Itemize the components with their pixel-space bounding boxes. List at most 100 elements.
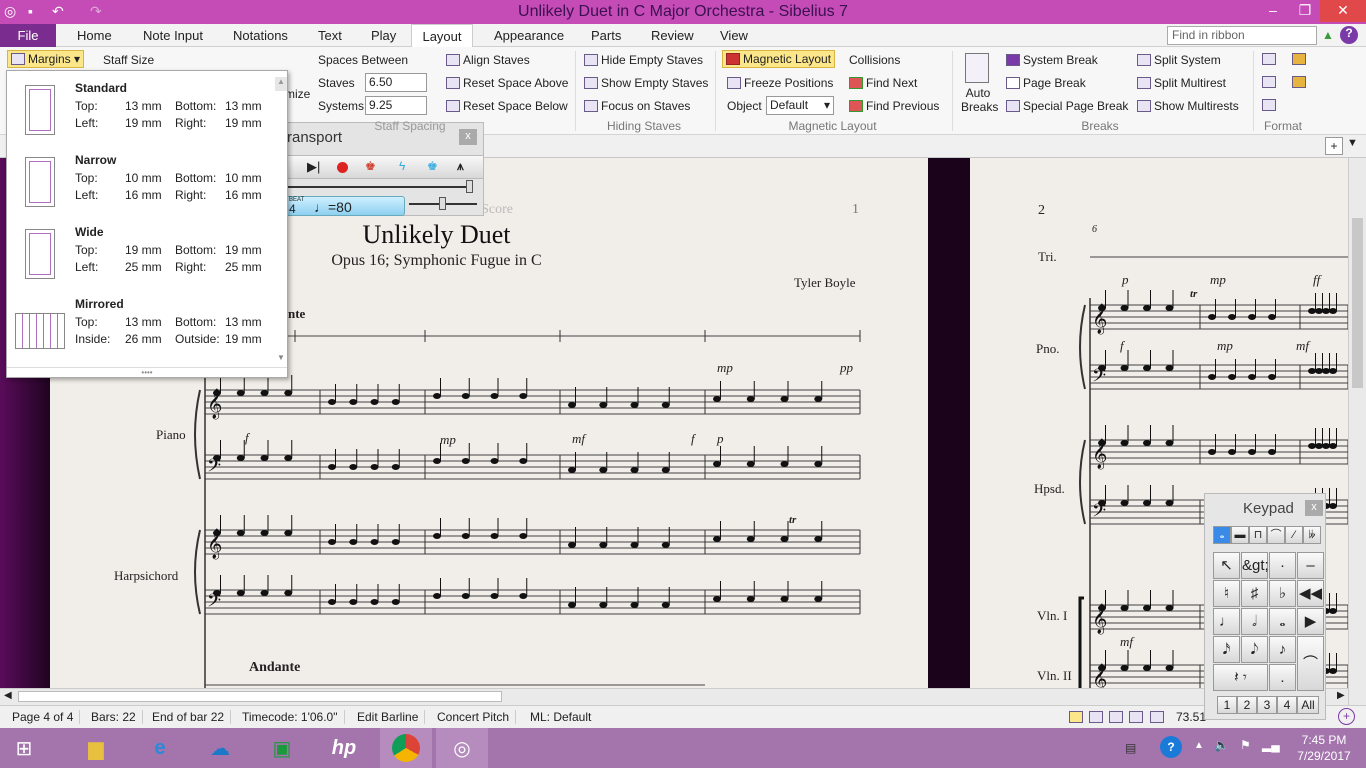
object-select[interactable]: Default ▾ [766, 96, 834, 115]
keypad-key[interactable]: – [1297, 552, 1324, 579]
instrument-name-piano[interactable]: Piano [156, 427, 186, 443]
dynamic[interactable]: f [691, 431, 695, 447]
keypad-layout-1[interactable]: 1 [1217, 696, 1237, 714]
tab-view[interactable]: View [716, 24, 752, 47]
format-keep-icon[interactable] [1262, 53, 1276, 65]
scroll-down-icon[interactable]: ▼ [275, 353, 287, 367]
unlock-icon[interactable] [1292, 76, 1306, 88]
scroll-up-icon[interactable]: ▲ [275, 77, 287, 91]
add-tab-button[interactable]: + [1325, 137, 1343, 155]
view-page-icon[interactable] [1069, 711, 1083, 723]
windows-start-icon[interactable]: ⊞ [0, 728, 48, 768]
keypad-key[interactable]: 𝅘𝅥𝅯 [1213, 636, 1240, 663]
dynamic[interactable]: mp [717, 360, 733, 376]
keypad-key[interactable]: 𝅝 [1269, 608, 1296, 635]
keypad-key[interactable]: . [1269, 664, 1296, 691]
keypad-layout-tab[interactable]: 𝅝 [1213, 526, 1231, 544]
keypad-layout-2[interactable]: 2 [1237, 696, 1257, 714]
dynamic[interactable]: mp [1210, 272, 1226, 288]
view-vertical-icon[interactable] [1129, 711, 1143, 723]
live-playback-icon[interactable]: ♚ [365, 159, 376, 173]
keypad-key[interactable]: 𝄽 𝄾 [1213, 664, 1268, 691]
scroll-left-icon[interactable]: ◀ [4, 690, 12, 701]
slider-handle[interactable] [466, 180, 473, 193]
minimize-button[interactable]: ‒ [1258, 0, 1288, 22]
collapse-ribbon-icon[interactable]: ▲ [1322, 28, 1334, 42]
dynamic[interactable]: f [1120, 338, 1124, 354]
special-page-break-button[interactable]: Special Page Break [1006, 99, 1128, 113]
action-center-icon[interactable]: ⚑ [1240, 738, 1251, 752]
tab-menu-icon[interactable]: ▼ [1347, 137, 1358, 149]
margin-option-wide[interactable]: Wide Top: 19 mm Bottom: 19 mm Left: 25 m… [7, 221, 277, 293]
trill-marking[interactable]: tr [789, 514, 796, 526]
focus-on-staves-button[interactable]: Focus on Staves [584, 99, 690, 113]
keypad-key[interactable]: ⌒ [1297, 636, 1324, 691]
instrument-name-triangle[interactable]: Tri. [1038, 249, 1057, 265]
freeze-positions-button[interactable]: Freeze Positions [727, 76, 833, 90]
scrollbar-thumb[interactable] [1352, 218, 1363, 388]
dynamic[interactable]: mp [440, 432, 456, 448]
dynamic[interactable]: mf [572, 431, 585, 447]
restore-button[interactable]: ❐ [1290, 0, 1320, 22]
system-break-button[interactable]: System Break [1006, 53, 1098, 67]
split-multirest-button[interactable]: Split Multirest [1137, 76, 1226, 90]
optimize-button[interactable]: mize [285, 87, 310, 101]
instrument-name-piano[interactable]: Pno. [1036, 341, 1059, 357]
sibelius-taskbar-icon[interactable]: ◎ [436, 728, 488, 768]
margins-button[interactable]: Margins ▾ [7, 50, 85, 68]
keypad-key[interactable]: 𝅘𝅥𝅮 [1241, 636, 1268, 663]
format-split-icon[interactable] [1262, 76, 1276, 88]
keypad-key[interactable]: ♩ [1213, 608, 1240, 635]
close-button[interactable]: ✕ [1320, 0, 1366, 22]
show-multirests-button[interactable]: Show Multirests [1137, 99, 1239, 113]
panorama-icon[interactable] [1150, 711, 1164, 723]
keypad-key[interactable]: ◀◀ [1297, 580, 1324, 607]
keypad-layout-tab[interactable]: ▬ [1231, 526, 1249, 544]
onedrive-icon[interactable]: ☁ [196, 728, 244, 768]
keypad-key[interactable]: ♭ [1269, 580, 1296, 607]
keypad-key[interactable]: ♮ [1213, 580, 1240, 607]
keypad-key[interactable]: ♪ [1269, 636, 1296, 663]
help-icon[interactable]: ? [1340, 26, 1358, 44]
transport-close-button[interactable]: x [459, 129, 477, 145]
network-icon[interactable]: ▂▄ [1262, 738, 1280, 752]
internet-explorer-icon[interactable]: e [136, 728, 184, 768]
tab-note-input[interactable]: Note Input [139, 24, 207, 47]
instrument-name-harpsichord[interactable]: Harpsichord [114, 568, 178, 584]
keypad-key[interactable]: ♯ [1241, 580, 1268, 607]
scroll-right-icon[interactable]: ▶ [1337, 690, 1345, 701]
tab-layout[interactable]: Layout [411, 24, 473, 48]
vertical-scrollbar[interactable] [1348, 158, 1366, 705]
tempo-marking[interactable]: nte [288, 306, 305, 322]
keypad-close-button[interactable]: x [1305, 500, 1323, 516]
margin-option-narrow[interactable]: Narrow Top: 10 mm Bottom: 10 mm Left: 16… [7, 149, 277, 221]
keypad-layout-3[interactable]: 3 [1257, 696, 1277, 714]
find-previous-button[interactable]: Find Previous [849, 99, 939, 113]
split-system-button[interactable]: Split System [1137, 53, 1221, 67]
lock-icon[interactable] [1292, 53, 1306, 65]
tab-play[interactable]: Play [367, 24, 400, 47]
instrument-name-violin-1[interactable]: Vln. I [1037, 608, 1067, 624]
tab-home[interactable]: Home [73, 24, 116, 47]
dynamic[interactable]: pp [840, 360, 853, 376]
instrument-name-harpsichord[interactable]: Hpsd. [1034, 481, 1065, 497]
keypad-layout-tab[interactable]: ⌒ [1267, 526, 1285, 544]
hide-empty-staves-button[interactable]: Hide Empty Staves [584, 53, 703, 67]
keypad-key[interactable]: ▶ [1297, 608, 1324, 635]
keypad-layout-tab[interactable]: 𝄫 [1303, 526, 1321, 544]
dynamic[interactable]: p [717, 431, 724, 447]
reset-space-above-button[interactable]: Reset Space Above [446, 76, 568, 90]
show-empty-staves-button[interactable]: Show Empty Staves [584, 76, 708, 90]
page-break-button[interactable]: Page Break [1006, 76, 1086, 90]
composer[interactable]: Tyler Boyle [794, 275, 856, 291]
keyboard-icon[interactable]: ▤ [1125, 741, 1136, 755]
keypad-layout-4[interactable]: 4 [1277, 696, 1297, 714]
tempo-slider-handle[interactable] [439, 197, 446, 210]
dynamic[interactable]: mf [1120, 634, 1133, 650]
resize-grip[interactable]: •••• [7, 367, 287, 378]
record-icon[interactable] [337, 162, 348, 173]
keypad-key[interactable]: 𝅗𝅥 [1241, 608, 1268, 635]
keypad-key[interactable]: · [1269, 552, 1296, 579]
horizontal-scrollbar[interactable]: ◀ ▶ [0, 688, 1348, 705]
scrollbar-thumb[interactable] [18, 691, 502, 702]
